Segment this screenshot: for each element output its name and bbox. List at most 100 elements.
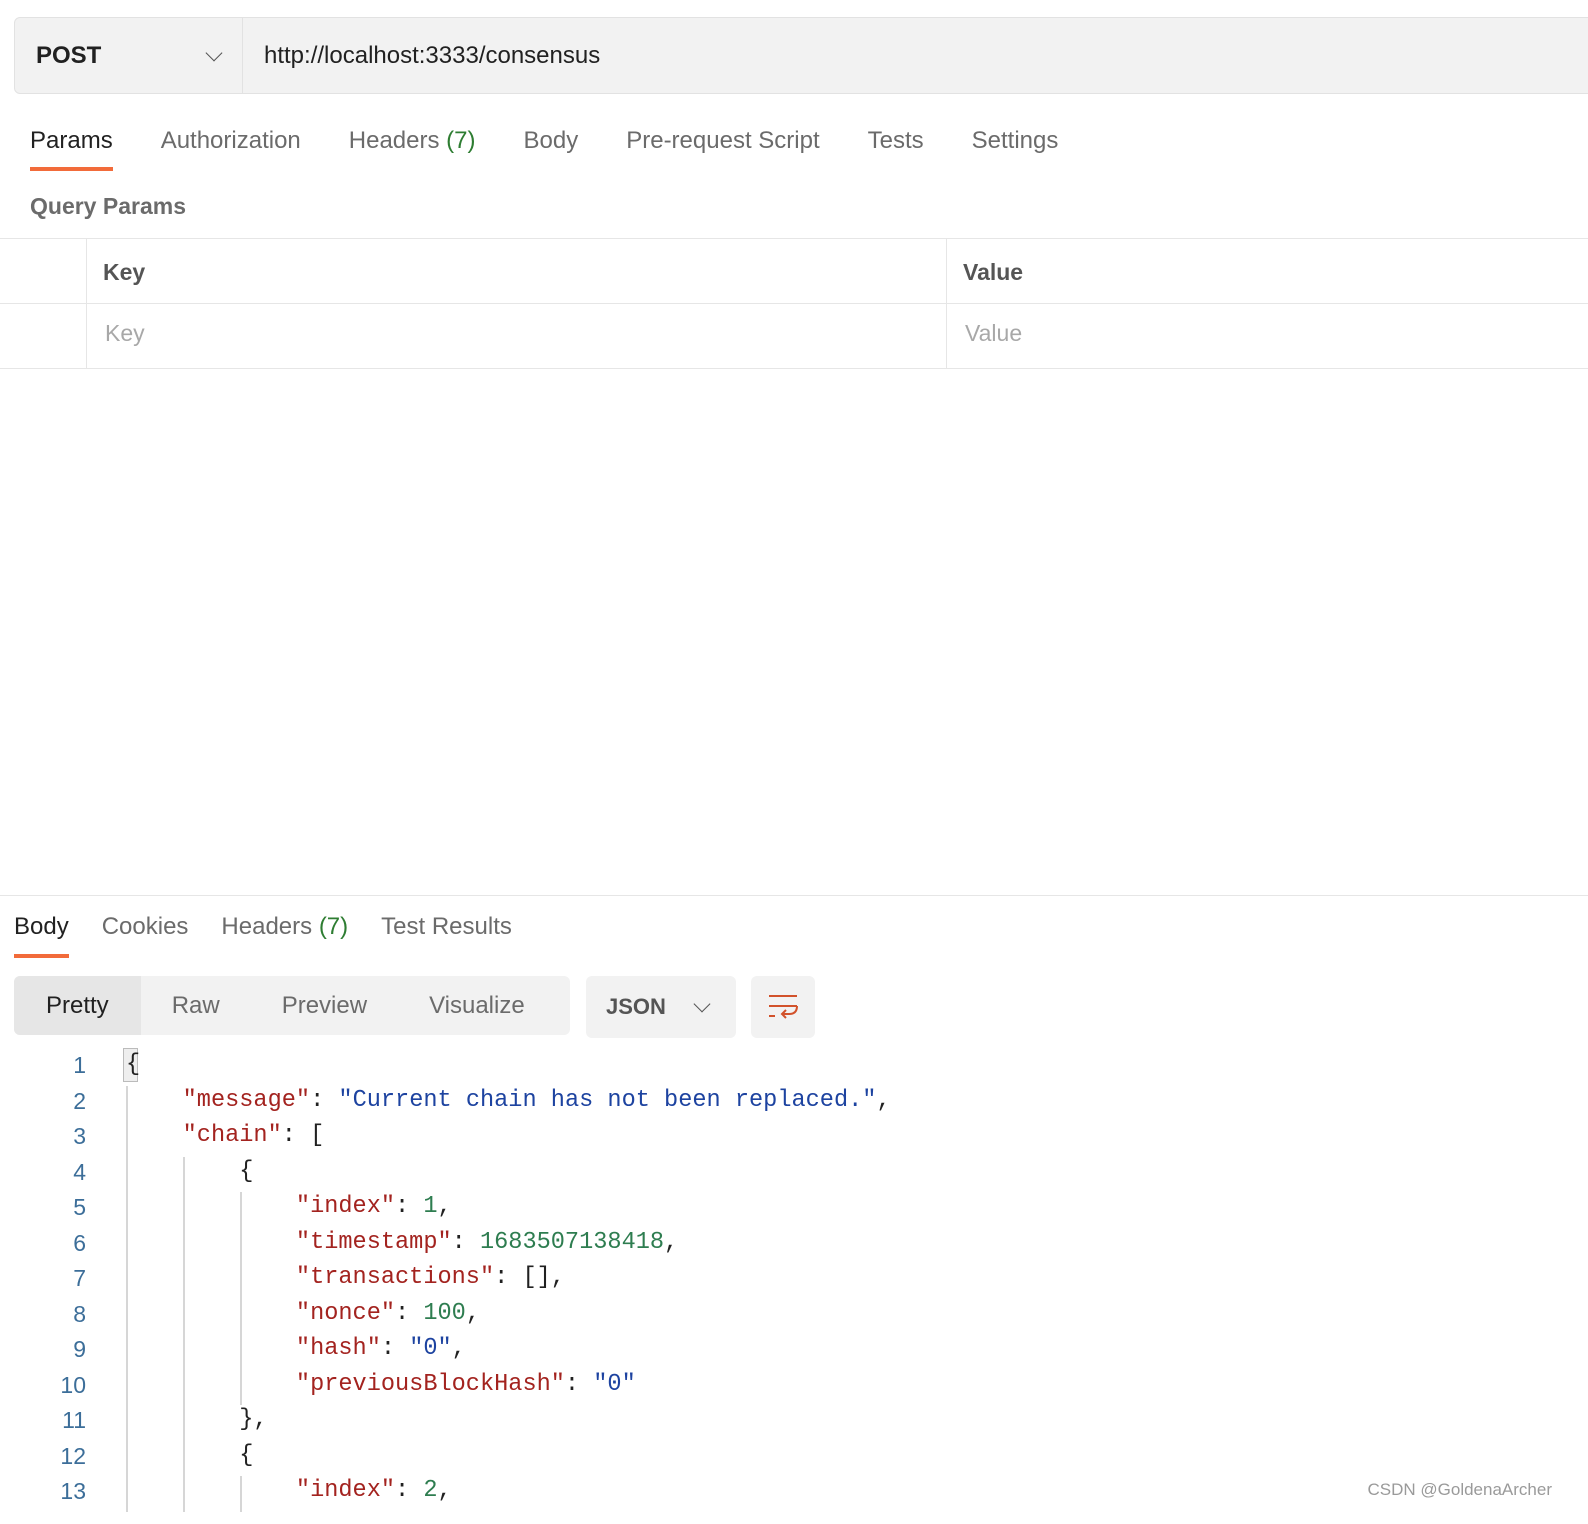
line-number: 6	[73, 1229, 86, 1256]
code-line: },	[126, 1406, 267, 1433]
divider	[0, 368, 1588, 369]
line-number: 4	[73, 1158, 86, 1185]
json-key: "previousBlockHash"	[295, 1370, 565, 1398]
code-line: "timestamp": 1683507138418,	[126, 1229, 678, 1256]
json-punctuation: :	[310, 1086, 339, 1114]
json-punctuation	[126, 1229, 296, 1256]
view-pretty-button[interactable]: Pretty	[14, 976, 141, 1035]
format-label: JSON	[606, 994, 666, 1019]
code-line: "message": "Current chain has not been r…	[126, 1087, 891, 1114]
json-number: 1	[423, 1193, 438, 1220]
json-punctuation: {	[126, 1051, 141, 1078]
tab-label: Authorization	[160, 127, 301, 154]
json-key: "message"	[182, 1086, 311, 1114]
tab-label: Tests	[867, 127, 924, 154]
tab-label: Params	[30, 127, 113, 154]
json-punctuation	[126, 1087, 183, 1114]
tab-label: Pre-request Script	[626, 127, 820, 154]
json-punctuation	[126, 1264, 296, 1291]
json-punctuation: :	[395, 1193, 424, 1220]
json-punctuation: ,	[465, 1299, 481, 1327]
code-line: "previousBlockHash": "0"	[126, 1371, 636, 1398]
view-mode-selector: Pretty Raw Preview Visualize	[14, 976, 570, 1035]
line-number: 11	[62, 1407, 86, 1433]
format-select[interactable]: JSON	[586, 976, 736, 1038]
json-number: 1683507138418	[479, 1228, 665, 1256]
pane-divider[interactable]	[0, 895, 1588, 896]
method-select[interactable]: POST	[15, 18, 243, 93]
view-visualize-button[interactable]: Visualize	[398, 976, 556, 1035]
json-key: "index"	[295, 1193, 396, 1220]
tab-label: Headers	[348, 127, 440, 154]
json-punctuation	[126, 1477, 296, 1504]
response-tab-test-results[interactable]: Test Results	[381, 913, 512, 941]
query-params-title: Query Params	[30, 193, 186, 219]
json-punctuation	[126, 1122, 183, 1149]
tab-label: Cookies	[101, 913, 189, 940]
divider	[0, 238, 1588, 239]
code-line: "index": 2,	[126, 1477, 452, 1504]
view-preview-button[interactable]: Preview	[251, 976, 398, 1035]
tab-label: Headers	[221, 913, 313, 940]
url-input[interactable]: http://localhost:3333/consensus	[243, 42, 600, 70]
line-number: 3	[73, 1123, 86, 1149]
code-line: "hash": "0",	[126, 1335, 466, 1362]
json-punctuation: : [	[281, 1122, 325, 1149]
code-line: "nonce": 100,	[126, 1300, 480, 1327]
request-tab-params[interactable]: Params	[30, 127, 113, 171]
json-punctuation	[126, 1193, 296, 1220]
request-tab-headers[interactable]: Headers (7)	[349, 127, 476, 155]
response-tab-headers[interactable]: Headers (7)	[221, 913, 348, 941]
request-tab-settings[interactable]: Settings	[972, 127, 1059, 155]
request-tab-authorization[interactable]: Authorization	[161, 127, 301, 155]
json-punctuation: : [],	[494, 1264, 565, 1291]
request-tab-pre-request-script[interactable]: Pre-request Script	[626, 127, 819, 155]
column-header-value: Value	[963, 259, 1024, 285]
json-string: "0"	[593, 1370, 636, 1398]
view-raw-button[interactable]: Raw	[141, 976, 251, 1035]
json-punctuation: :	[564, 1370, 594, 1398]
line-number: 5	[73, 1194, 86, 1220]
line-number: 2	[73, 1087, 86, 1114]
watermark: CSDN @GoldenaArcher	[1367, 1480, 1553, 1499]
line-number: 8	[73, 1300, 86, 1327]
json-number: 100	[423, 1299, 466, 1327]
json-punctuation: ,	[664, 1228, 679, 1256]
indent-guide	[240, 1192, 242, 1405]
json-key: "index"	[295, 1477, 396, 1504]
tab-count-badge: (7)	[446, 127, 476, 154]
tab-label: Test Results	[381, 913, 512, 940]
json-string: "Current chain has not been replaced."	[338, 1086, 877, 1114]
value-input[interactable]: Value	[965, 320, 1565, 347]
line-number: 1	[73, 1052, 86, 1078]
json-key: "transactions"	[295, 1264, 495, 1291]
indent-guide	[183, 1156, 185, 1512]
request-tab-tests[interactable]: Tests	[868, 127, 924, 155]
divider	[0, 303, 1588, 304]
wrap-lines-icon	[769, 995, 798, 1019]
divider	[86, 238, 87, 368]
chevron-down-icon	[693, 995, 711, 1013]
wrap-lines-button[interactable]	[751, 976, 815, 1038]
line-number: 12	[60, 1442, 86, 1469]
response-tab-body[interactable]: Body	[14, 913, 69, 958]
tab-label: Settings	[971, 127, 1059, 154]
response-tabs: Body Cookies Headers (7) Test Results	[14, 913, 545, 958]
tab-count-badge: (7)	[318, 913, 349, 940]
json-punctuation: ,	[437, 1477, 452, 1504]
tab-label: Body	[14, 913, 69, 940]
json-punctuation: :	[380, 1335, 410, 1362]
code-line: {	[126, 1442, 253, 1469]
request-tab-body[interactable]: Body	[524, 127, 579, 155]
json-key: "hash"	[295, 1335, 381, 1362]
json-punctuation	[126, 1335, 296, 1362]
response-tab-cookies[interactable]: Cookies	[102, 913, 189, 941]
code-line: {	[126, 1051, 140, 1078]
key-input[interactable]: Key	[105, 320, 925, 347]
json-key: "nonce"	[295, 1299, 396, 1327]
json-punctuation	[126, 1371, 296, 1398]
method-label: POST	[36, 41, 102, 69]
json-punctuation: :	[451, 1228, 480, 1256]
line-number: 13	[60, 1478, 86, 1504]
json-punctuation: :	[395, 1477, 424, 1504]
